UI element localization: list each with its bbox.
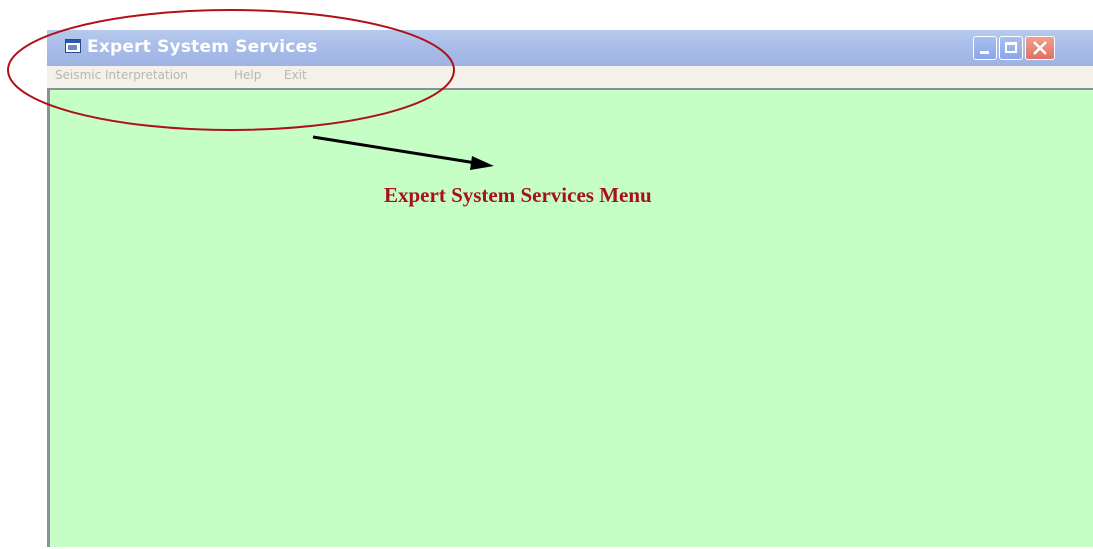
title-bar[interactable]: Expert System Services: [47, 30, 1093, 66]
client-area: [47, 88, 1093, 547]
minimize-button[interactable]: [973, 36, 997, 60]
menu-help[interactable]: Help: [234, 68, 261, 82]
annotation-label: Expert System Services Menu: [384, 183, 652, 207]
app-window: Expert System Services Seismic Interpret…: [47, 30, 1093, 547]
menu-seismic-interpretation[interactable]: Seismic Interpretation: [55, 68, 188, 82]
close-button[interactable]: [1025, 36, 1055, 60]
maximize-icon: [1005, 42, 1017, 53]
maximize-button[interactable]: [999, 36, 1023, 60]
menu-exit[interactable]: Exit: [284, 68, 307, 82]
close-icon: [1033, 41, 1047, 55]
menu-bar: Seismic Interpretation Help Exit: [47, 66, 1093, 88]
window-title: Expert System Services: [87, 37, 318, 57]
app-window-icon: [65, 39, 81, 53]
minimize-icon: [980, 51, 989, 54]
